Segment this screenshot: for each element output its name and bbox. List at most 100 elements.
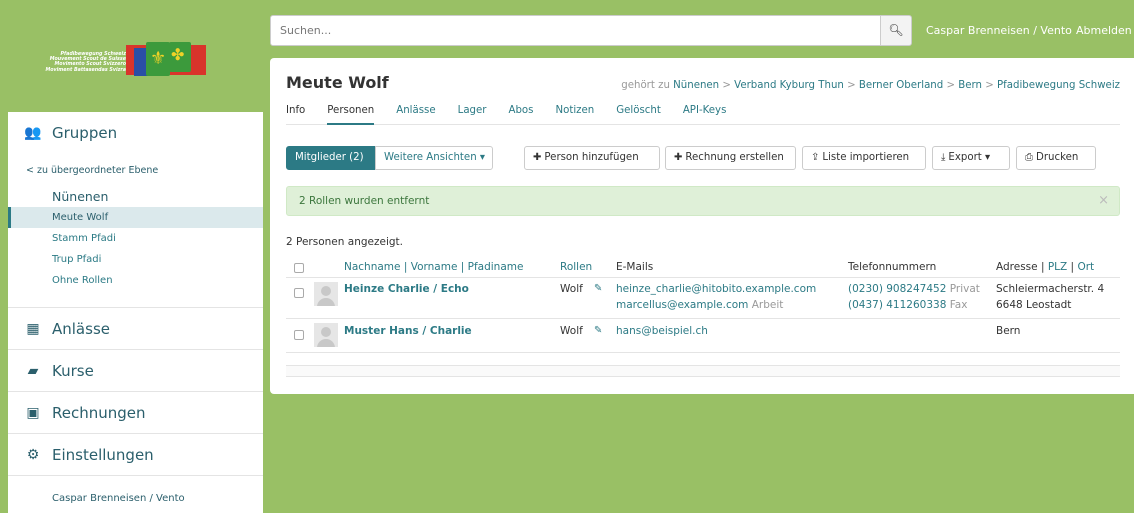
person-name-link[interactable]: Heinze Charlie / Echo: [344, 283, 469, 295]
tab-notizen[interactable]: Notizen: [555, 103, 594, 124]
trefoil-icon: ✤: [171, 45, 185, 64]
sidebar-item-trup-pfadi[interactable]: Trup Pfadi: [8, 249, 263, 270]
nav-kurse-label: Kurse: [52, 361, 94, 380]
import-list-label: Liste importieren: [822, 152, 910, 163]
phone-link[interactable]: (0230) 908247452: [848, 283, 946, 295]
members-button[interactable]: Mitglieder (2): [286, 146, 376, 170]
search-icon: 🔍︎: [888, 23, 904, 37]
breadcrumb-item[interactable]: Berner Oberland: [859, 80, 943, 91]
header-emails: E-Mails: [616, 261, 654, 273]
table-footer: [286, 365, 1120, 377]
header-telefon: Telefonnummern: [848, 261, 937, 273]
email-link[interactable]: hans@beispiel.ch: [616, 325, 708, 337]
sort-nachname[interactable]: Nachname: [344, 261, 401, 273]
phone-label: Fax: [949, 299, 968, 311]
plus-icon: ✚: [533, 152, 542, 163]
row-checkbox[interactable]: [294, 288, 304, 298]
edit-icon[interactable]: ✎: [594, 325, 602, 336]
phone-secondary: (0437) 411260338 Fax: [848, 299, 967, 311]
people-table: Nachname | Vorname | Pfadiname Rollen E-…: [286, 258, 1120, 353]
tab-personen[interactable]: Personen: [327, 103, 375, 125]
page-title: Meute Wolf: [286, 73, 389, 92]
sort-ort[interactable]: Ort: [1077, 261, 1094, 273]
phone-link[interactable]: (0437) 411260338: [848, 299, 946, 311]
nav-groups[interactable]: 👥 Gruppen: [8, 112, 263, 154]
sort-rollen[interactable]: Rollen: [560, 261, 592, 273]
table-row: Muster Hans / Charlie Wolf ✎ hans@beispi…: [286, 319, 1120, 353]
result-count: 2 Personen angezeigt.: [286, 236, 403, 248]
breadcrumb-item[interactable]: Nünenen: [673, 80, 719, 91]
avatar: [314, 282, 338, 306]
email-link[interactable]: heinze_charlie@hitobito.example.com: [616, 283, 816, 295]
tab-anlaesse[interactable]: Anlässe: [396, 103, 435, 124]
select-all-checkbox[interactable]: [294, 263, 304, 273]
nav-anlaesse-label: Anlässe: [52, 319, 110, 338]
breadcrumb-item[interactable]: Verband Kyburg Thun: [734, 80, 844, 91]
logout-link[interactable]: Abmelden: [1076, 24, 1132, 37]
breadcrumb-item[interactable]: Pfadibewegung Schweiz: [997, 80, 1120, 91]
upload-icon: ⇪: [811, 152, 820, 163]
pfadi-logo[interactable]: Pfadibewegung Schweiz Mouvement Scout de…: [26, 42, 206, 80]
money-icon: ▣: [26, 404, 40, 421]
sort-vorname[interactable]: Vorname: [411, 261, 458, 273]
email-label: Arbeit: [751, 299, 784, 311]
email-link[interactable]: marcellus@example.com: [616, 299, 748, 311]
users-icon: 👥: [24, 125, 42, 141]
tab-geloescht[interactable]: Gelöscht: [616, 103, 661, 124]
logo-area: Pfadibewegung Schweiz Mouvement Scout de…: [8, 0, 263, 100]
back-link[interactable]: < zu übergeordneter Ebene: [8, 154, 263, 187]
address-street: Schleiermacherstr. 4: [996, 283, 1105, 295]
top-user-link[interactable]: Caspar Brenneisen / Vento: [926, 24, 1072, 37]
fleur-de-lis-icon: ⚜: [150, 48, 167, 69]
role-text: Wolf: [560, 325, 583, 337]
nav-rechnungen-label: Rechnungen: [52, 403, 146, 422]
print-label: Drucken: [1036, 152, 1079, 163]
export-dropdown[interactable]: ⤓ Export ▾: [932, 146, 1010, 170]
sidebar-item-stamm-pfadi[interactable]: Stamm Pfadi: [8, 228, 263, 249]
calendar-icon: ▦: [26, 320, 40, 337]
alert-text: 2 Rollen wurden entfernt: [299, 195, 430, 207]
breadcrumb: gehört zu Nünenen > Verband Kyburg Thun …: [621, 80, 1120, 91]
tab-info[interactable]: Info: [286, 103, 305, 124]
sidebar-item-meute-wolf[interactable]: Meute Wolf: [8, 207, 263, 228]
sidebar-user-link[interactable]: Caspar Brenneisen / Vento: [8, 476, 263, 513]
logo-text: Pfadibewegung Schweiz Mouvement Scout de…: [26, 52, 126, 73]
search-button[interactable]: 🔍︎: [880, 15, 912, 46]
groups-block: 👥 Gruppen < zu übergeordneter Ebene Nüne…: [8, 112, 263, 308]
address-city: 6648 Leostadt: [996, 299, 1072, 311]
nav-rechnungen[interactable]: ▣ Rechnungen: [8, 392, 263, 434]
edit-icon[interactable]: ✎: [594, 283, 602, 294]
current-group[interactable]: Nünenen: [8, 187, 263, 207]
download-icon: ⤓: [941, 152, 946, 163]
tabs: Info Personen Anlässe Lager Abos Notizen…: [286, 103, 1120, 125]
nav-groups-label: Gruppen: [52, 124, 118, 142]
address-city: Bern: [996, 325, 1021, 337]
header-adresse-label: Adresse: [996, 261, 1038, 273]
add-person-button[interactable]: ✚ Person hinzufügen: [524, 146, 660, 170]
table-row: Heinze Charlie / Echo Wolf ✎ heinze_char…: [286, 278, 1120, 319]
row-checkbox[interactable]: [294, 330, 304, 340]
close-icon[interactable]: ×: [1098, 187, 1109, 215]
create-invoice-button[interactable]: ✚ Rechnung erstellen: [665, 146, 796, 170]
tab-lager[interactable]: Lager: [458, 103, 487, 124]
nav-anlaesse[interactable]: ▦ Anlässe: [8, 308, 263, 350]
phone-label: Privat: [949, 283, 980, 295]
sidebar-item-ohne-rollen[interactable]: Ohne Rollen: [8, 270, 263, 291]
sort-header-name: Nachname | Vorname | Pfadiname: [344, 261, 524, 273]
person-name-link[interactable]: Muster Hans / Charlie: [344, 325, 472, 337]
import-list-button[interactable]: ⇪ Liste importieren: [802, 146, 926, 170]
sort-plz[interactable]: PLZ: [1048, 261, 1067, 273]
tab-api-keys[interactable]: API-Keys: [683, 103, 727, 124]
search-input[interactable]: Suchen...: [270, 15, 881, 46]
breadcrumb-item[interactable]: Bern: [958, 80, 982, 91]
tab-abos[interactable]: Abos: [508, 103, 533, 124]
print-button[interactable]: ⎙ Drucken: [1016, 146, 1096, 170]
nav-kurse[interactable]: ▰ Kurse: [8, 350, 263, 392]
main-panel: Meute Wolf gehört zu Nünenen > Verband K…: [270, 58, 1134, 394]
phone-primary: (0230) 908247452 Privat: [848, 283, 980, 295]
create-invoice-label: Rechnung erstellen: [685, 152, 784, 163]
more-views-dropdown[interactable]: Weitere Ansichten ▾: [375, 146, 493, 170]
sort-pfadiname[interactable]: Pfadiname: [468, 261, 524, 273]
nav-einstellungen[interactable]: ⚙ Einstellungen: [8, 434, 263, 476]
export-label: Export: [948, 152, 982, 163]
